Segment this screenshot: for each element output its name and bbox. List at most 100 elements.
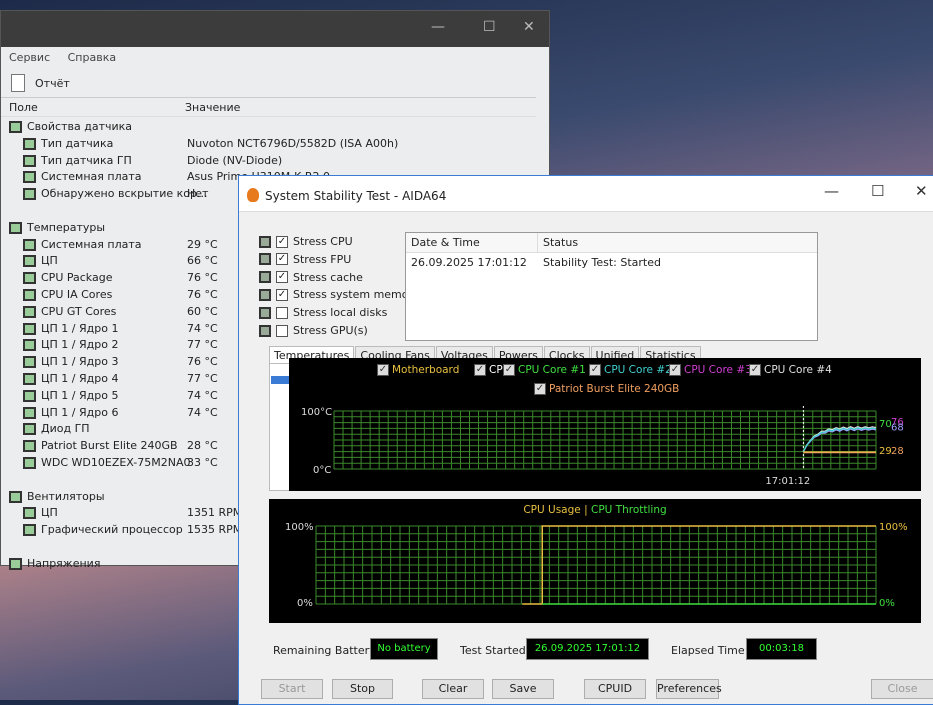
stress-option[interactable]: Stress GPU(s) — [259, 324, 368, 337]
field-label: ЦП 1 / Ядро 2 — [41, 338, 119, 352]
maximize-button[interactable]: ☐ — [871, 182, 884, 200]
stress-option[interactable]: ✓ Stress CPU — [259, 235, 353, 248]
checkbox[interactable]: ✓ — [276, 288, 288, 301]
field-label: ЦП — [41, 254, 58, 268]
temperature-chart: ✓ Motherboard ✓ CPU ✓ CPU Core #1 ✓ CPU Core #2… — [289, 358, 921, 491]
menu-service[interactable]: Сервис — [9, 51, 50, 64]
checkbox[interactable] — [276, 324, 288, 337]
device-icon — [259, 253, 271, 266]
cpu-icon — [23, 272, 36, 285]
status-table: Date & Time Status 26.09.2025 17:01:12 S… — [405, 232, 818, 341]
sensor-icon — [9, 121, 22, 133]
save-button[interactable]: Save — [492, 679, 554, 699]
preferences-button[interactable]: Preferences — [656, 679, 722, 699]
checkbox[interactable]: ✓ — [276, 253, 288, 266]
device-icon — [259, 324, 271, 337]
end-value-label: 68 — [891, 423, 904, 434]
field-label: Тип датчика ГП — [41, 153, 132, 167]
stress-label: Stress FPU — [293, 252, 352, 266]
field-value: 60 °C — [187, 304, 218, 318]
cpu-usage-chart: CPU Usage | CPU Throttling 100% 0% 100% 0% — [269, 499, 921, 623]
clear-button[interactable]: Clear — [422, 679, 484, 699]
stress-option[interactable]: ✓ Stress system memory — [259, 288, 420, 301]
device-icon — [259, 271, 271, 284]
minimize-button[interactable]: — — [431, 19, 445, 35]
start-button[interactable]: Start — [261, 679, 323, 699]
field-label: CPU Package — [41, 271, 113, 285]
device-icon — [259, 235, 271, 248]
stability-test-window: System Stability Test - AIDA64 — ☐ ✕ ✓ St… — [238, 175, 933, 705]
shield-icon — [23, 188, 36, 201]
header-status[interactable]: Status — [538, 233, 578, 252]
menu-help[interactable]: Справка — [68, 51, 116, 64]
y-axis-top-label: 100% — [285, 522, 314, 533]
test-started-label: Test Started: — [460, 644, 530, 657]
aida64-flame-icon — [247, 188, 259, 202]
header-date-time[interactable]: Date & Time — [406, 233, 538, 252]
field-label: Диод ГП — [41, 422, 90, 436]
y-axis-top-label: 100°C — [301, 407, 332, 418]
field-value: 1535 RPM — [187, 523, 243, 537]
stop-button[interactable]: Stop — [332, 679, 393, 699]
cpu-icon — [23, 507, 36, 520]
field-value: 77 °C — [187, 372, 218, 385]
close-button[interactable]: ✕ — [915, 182, 928, 200]
field-label: Системная плата — [41, 237, 142, 251]
field-label: CPU GT Cores — [41, 304, 117, 318]
cpu-icon — [23, 339, 36, 352]
list-item[interactable]: Свойства датчика — [1, 119, 541, 136]
cpu-icon — [23, 389, 36, 402]
end-value-label: 28 — [891, 446, 904, 457]
elapsed-time-label: Elapsed Time: — [671, 644, 749, 657]
close-button[interactable]: Close — [871, 679, 933, 699]
field-label: ЦП 1 / Ядро 3 — [41, 355, 119, 369]
elapsed-time-value: 00:03:18 — [746, 638, 817, 660]
field-label: ЦП 1 / Ядро 6 — [41, 405, 119, 419]
sensor-icon — [23, 137, 36, 150]
row-status: Stability Test: Started — [543, 256, 661, 269]
checkbox[interactable]: ✓ — [276, 271, 288, 284]
field-label: Обнаружено вскрытие кор... — [41, 187, 208, 201]
field-label: Patriot Burst Elite 240GB — [41, 439, 178, 453]
column-field[interactable]: Поле — [9, 101, 38, 114]
stress-label: Stress system memory — [293, 288, 420, 302]
test-started-value: 26.09.2025 17:01:12 — [526, 638, 649, 660]
disk-icon — [23, 440, 36, 453]
list-item[interactable]: Тип датчика ГП Diode (NV-Diode) — [1, 153, 541, 170]
column-value[interactable]: Значение — [185, 101, 240, 114]
checkbox[interactable]: ✓ — [276, 235, 288, 248]
report-button[interactable]: Отчёт — [11, 74, 70, 92]
stress-option[interactable]: Stress local disks — [259, 306, 387, 319]
cpuid-button[interactable]: CPUID — [584, 679, 646, 699]
field-value: 66 °C — [187, 254, 218, 268]
checkbox[interactable] — [276, 306, 288, 319]
cpu-icon — [23, 322, 36, 335]
field-value: 74 °C — [187, 388, 218, 402]
field-value: 74 °C — [187, 321, 218, 335]
close-button[interactable]: ✕ — [523, 19, 535, 35]
field-value: 76 °C — [187, 355, 218, 369]
field-value: 74 °C — [187, 405, 218, 419]
maximize-button[interactable]: ☐ — [483, 19, 496, 35]
field-label: ЦП 1 / Ядро 5 — [41, 388, 119, 402]
battery-label: Remaining Battery: — [273, 644, 379, 657]
device-icon — [259, 288, 271, 301]
field-label: Графический процессор — [41, 523, 183, 537]
field-label: Температуры — [27, 220, 106, 234]
cpu-icon — [23, 406, 36, 419]
motherboard-icon — [23, 171, 36, 184]
field-value: 33 °C — [187, 456, 218, 469]
minimize-button[interactable]: — — [824, 182, 839, 200]
stress-option[interactable]: ✓ Stress cache — [259, 271, 363, 284]
sensor-selector[interactable] — [271, 376, 289, 384]
cpu-icon — [23, 289, 36, 301]
end-value-label: 29 — [879, 446, 892, 457]
column-header: Поле Значение — [1, 97, 536, 117]
stress-option[interactable]: ✓ Stress FPU — [259, 253, 351, 266]
table-row[interactable]: 26.09.2025 17:01:12 Stability Test: Star… — [406, 253, 817, 273]
field-label: Тип датчика — [41, 136, 114, 150]
list-item[interactable]: Тип датчика Nuvoton NCT6796D/5582D (ISA A… — [1, 136, 541, 153]
cpu-icon — [23, 255, 36, 268]
row-date: 26.09.2025 17:01:12 — [411, 256, 527, 269]
voltage-icon — [9, 557, 22, 570]
